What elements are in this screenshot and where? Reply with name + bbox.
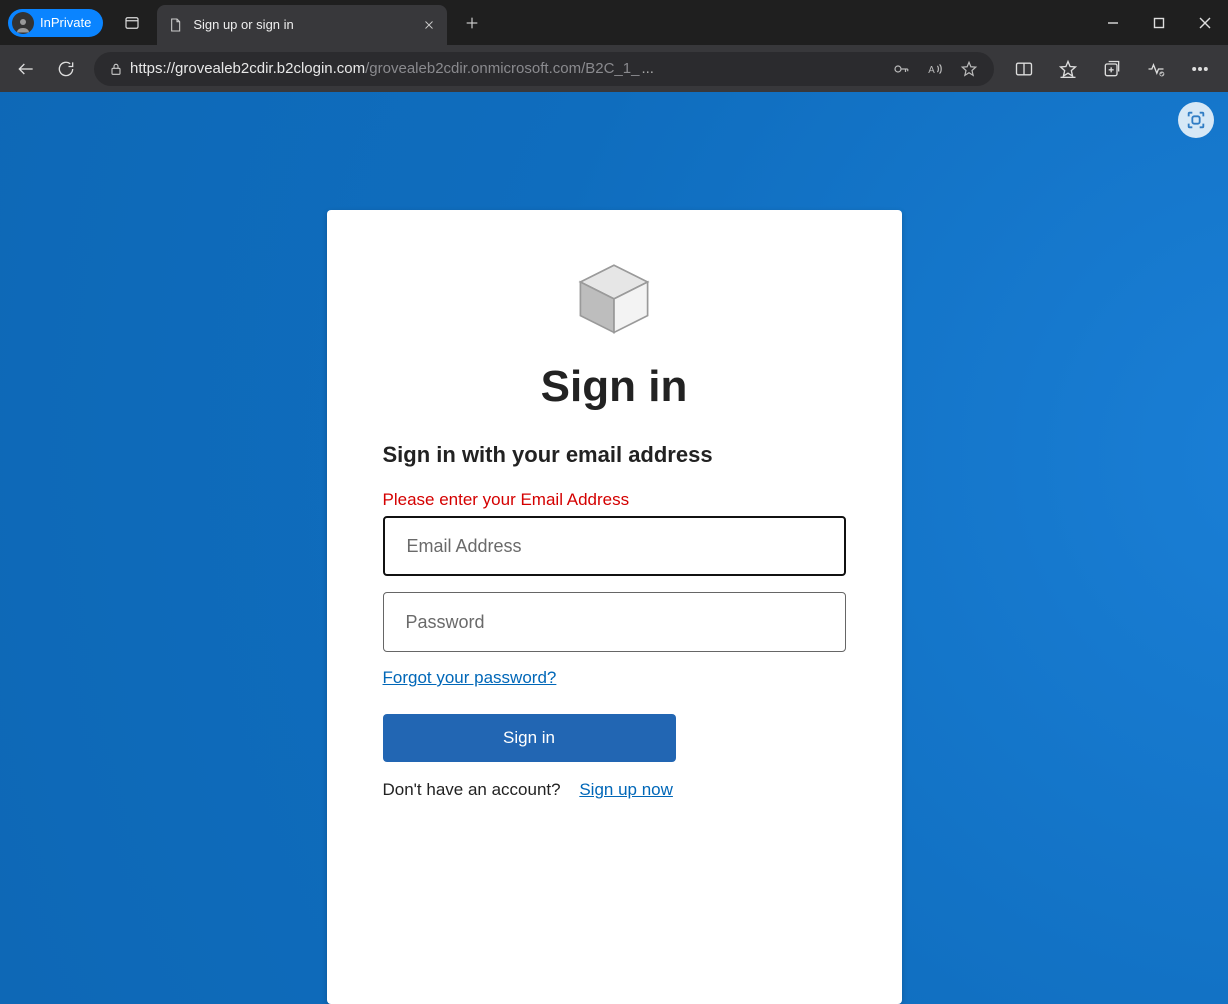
signin-button[interactable]: Sign in — [383, 714, 676, 762]
url-host: https://grovealeb2cdir.b2clogin.com — [130, 60, 365, 77]
health-icon[interactable] — [1134, 49, 1178, 89]
split-screen-icon[interactable] — [1002, 49, 1046, 89]
browser-tab[interactable]: Sign up or sign in — [157, 5, 447, 45]
forgot-password-link[interactable]: Forgot your password? — [383, 668, 557, 688]
favorite-star-icon[interactable] — [952, 60, 986, 78]
browser-titlebar: InPrivate Sign up or sign in — [0, 0, 1228, 45]
signin-subheading: Sign in with your email address — [383, 442, 846, 468]
tab-title: Sign up or sign in — [193, 17, 421, 32]
window-maximize-button[interactable] — [1136, 0, 1182, 45]
site-info-lock-icon[interactable] — [102, 61, 130, 77]
tenant-logo-icon — [383, 260, 846, 336]
url-ellipsis: ... — [639, 60, 654, 77]
back-button[interactable] — [6, 49, 46, 89]
email-error-message: Please enter your Email Address — [383, 490, 846, 510]
collections-icon[interactable] — [1090, 49, 1134, 89]
page-icon — [167, 17, 183, 33]
browser-toolbar: https://grovealeb2cdir.b2clogin.com/grov… — [0, 45, 1228, 92]
smart-lens-button[interactable] — [1178, 102, 1214, 138]
url-path: /grovealeb2cdir.onmicrosoft.com/B2C_1_ — [365, 60, 639, 77]
signup-prompt: Don't have an account? — [383, 780, 561, 799]
profile-avatar-icon — [12, 12, 34, 34]
address-url: https://grovealeb2cdir.b2clogin.com/grov… — [130, 60, 884, 77]
window-close-button[interactable] — [1182, 0, 1228, 45]
window-controls — [1090, 0, 1228, 45]
tab-actions-button[interactable] — [117, 8, 147, 38]
tab-close-button[interactable] — [421, 17, 437, 33]
read-aloud-icon[interactable]: A — [918, 60, 952, 78]
inprivate-badge[interactable]: InPrivate — [8, 9, 103, 37]
svg-text:A: A — [928, 64, 935, 75]
password-input[interactable] — [383, 592, 846, 652]
favorites-icon[interactable] — [1046, 49, 1090, 89]
signup-link[interactable]: Sign up now — [579, 780, 673, 799]
signin-card: Sign in Sign in with your email address … — [327, 210, 902, 1004]
signin-heading: Sign in — [383, 362, 846, 412]
signup-row: Don't have an account? Sign up now — [383, 780, 846, 800]
inprivate-label: InPrivate — [40, 15, 91, 30]
refresh-button[interactable] — [46, 49, 86, 89]
window-minimize-button[interactable] — [1090, 0, 1136, 45]
page-content: Sign in Sign in with your email address … — [0, 92, 1228, 1004]
new-tab-button[interactable] — [457, 8, 487, 38]
email-input[interactable] — [383, 516, 846, 576]
settings-more-icon[interactable] — [1178, 49, 1222, 89]
address-bar[interactable]: https://grovealeb2cdir.b2clogin.com/grov… — [94, 52, 994, 86]
passwords-icon[interactable] — [884, 60, 918, 78]
